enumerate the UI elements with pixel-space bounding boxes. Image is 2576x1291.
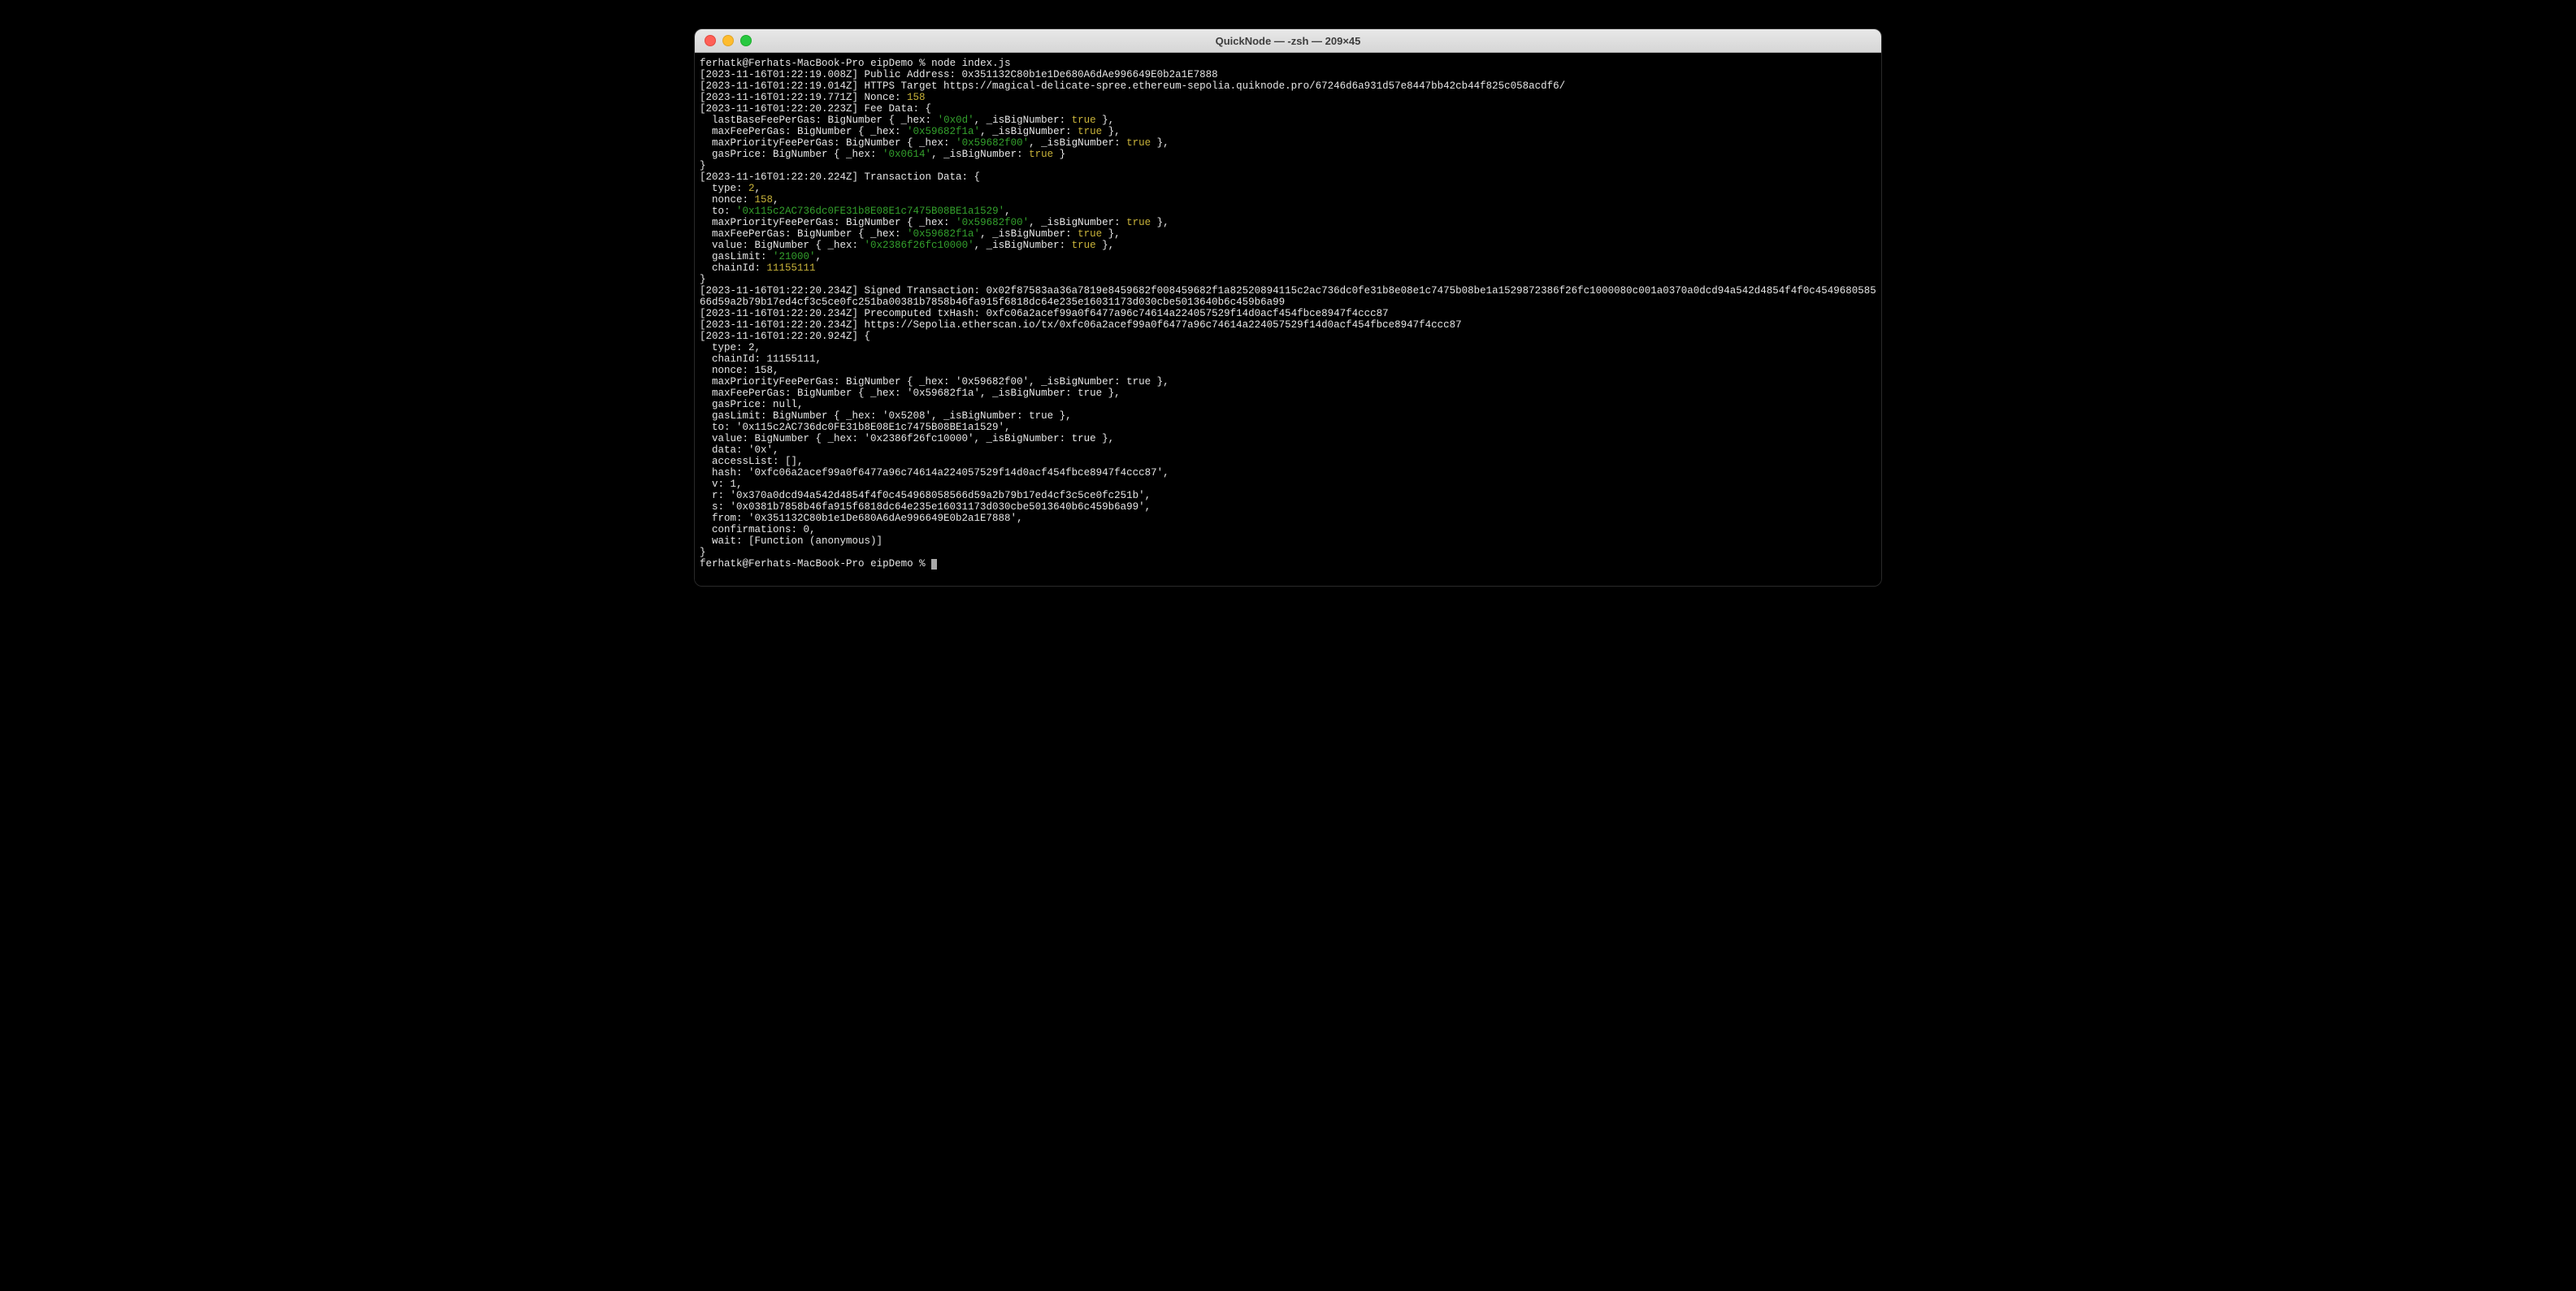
log-line: gasPrice: BigNumber { _hex: '0x0614', _i…	[700, 149, 1065, 160]
log-line: [2023-11-16T01:22:19.014Z] HTTPS Target …	[700, 80, 1565, 92]
prompt-user-host: ferhatk@Ferhats-MacBook-Pro	[700, 58, 865, 69]
log-line: nonce: 158,	[700, 365, 779, 376]
cursor-icon	[931, 559, 937, 570]
log-line: value: BigNumber { _hex: '0x2386f26fc100…	[700, 433, 1114, 444]
log-line: [2023-11-16T01:22:20.924Z] {	[700, 331, 870, 342]
log-line: v: 1,	[700, 479, 743, 490]
log-line: maxPriorityFeePerGas: BigNumber { _hex: …	[700, 137, 1169, 149]
log-line: [2023-11-16T01:22:20.224Z] Transaction D…	[700, 171, 980, 183]
maximize-icon[interactable]	[740, 35, 752, 46]
log-line: [2023-11-16T01:22:19.771Z] Nonce: 158	[700, 92, 926, 103]
close-icon[interactable]	[705, 35, 716, 46]
log-line: maxFeePerGas: BigNumber { _hex: '0x59682…	[700, 126, 1121, 137]
log-line: [2023-11-16T01:22:19.008Z] Public Addres…	[700, 69, 1218, 80]
log-line: gasPrice: null,	[700, 399, 804, 410]
log-line: accessList: [],	[700, 456, 804, 467]
log-line: }	[700, 274, 706, 285]
log-line: }	[700, 547, 706, 558]
log-line: chainId: 11155111,	[700, 353, 822, 365]
log-line: data: '0x',	[700, 444, 779, 456]
prompt-line: ferhatk@Ferhats-MacBook-Pro eipDemo %	[700, 558, 937, 570]
prompt-symbol: %	[919, 58, 926, 69]
log-line: type: 2,	[700, 183, 761, 194]
log-line: nonce: 158,	[700, 194, 779, 206]
log-line: gasLimit: '21000',	[700, 251, 822, 262]
log-line: type: 2,	[700, 342, 761, 353]
log-line: r: '0x370a0dcd94a542d4854f4f0c4549680585…	[700, 490, 1151, 501]
log-line: }	[700, 160, 706, 171]
log-line: [2023-11-16T01:22:20.234Z] https://Sepol…	[700, 319, 1462, 331]
log-line: [2023-11-16T01:22:20.234Z] Precomputed t…	[700, 308, 1389, 319]
log-line: [2023-11-16T01:22:20.223Z] Fee Data: {	[700, 103, 931, 115]
nonce-value: 158	[907, 92, 926, 103]
prompt-user-host: ferhatk@Ferhats-MacBook-Pro	[700, 558, 865, 570]
prompt-symbol: %	[919, 558, 926, 570]
terminal-body[interactable]: ferhatk@Ferhats-MacBook-Pro eipDemo % no…	[695, 53, 1881, 586]
log-line: chainId: 11155111	[700, 262, 816, 274]
prompt-line: ferhatk@Ferhats-MacBook-Pro eipDemo % no…	[700, 58, 1011, 69]
terminal-window: QuickNode — -zsh — 209×45 ferhatk@Ferhat…	[694, 28, 1882, 587]
log-line: from: '0x351132C80b1e1De680A6dAe996649E0…	[700, 513, 1023, 524]
log-line: gasLimit: BigNumber { _hex: '0x5208', _i…	[700, 410, 1072, 422]
log-line: wait: [Function (anonymous)]	[700, 535, 883, 547]
log-line: to: '0x115c2AC736dc0FE31b8E08E1c7475B08B…	[700, 422, 1011, 433]
window-title: QuickNode — -zsh — 209×45	[695, 35, 1881, 47]
minimize-icon[interactable]	[722, 35, 734, 46]
log-line: value: BigNumber { _hex: '0x2386f26fc100…	[700, 240, 1114, 251]
log-line: confirmations: 0,	[700, 524, 816, 535]
titlebar[interactable]: QuickNode — -zsh — 209×45	[695, 29, 1881, 53]
log-line: [2023-11-16T01:22:20.234Z] Signed Transa…	[700, 285, 1876, 308]
log-line: maxFeePerGas: BigNumber { _hex: '0x59682…	[700, 388, 1121, 399]
log-line: maxPriorityFeePerGas: BigNumber { _hex: …	[700, 217, 1169, 228]
log-line: to: '0x115c2AC736dc0FE31b8E08E1c7475B08B…	[700, 206, 1011, 217]
prompt-dir: eipDemo	[870, 558, 913, 570]
traffic-lights	[695, 35, 752, 46]
desktop: QuickNode — -zsh — 209×45 ferhatk@Ferhat…	[0, 0, 2576, 1291]
log-line: lastBaseFeePerGas: BigNumber { _hex: '0x…	[700, 115, 1114, 126]
prompt-command: node index.js	[931, 58, 1011, 69]
log-line: maxFeePerGas: BigNumber { _hex: '0x59682…	[700, 228, 1121, 240]
log-line: hash: '0xfc06a2acef99a0f6477a96c74614a22…	[700, 467, 1169, 479]
log-line: s: '0x0381b7858b46fa915f6818dc64e235e160…	[700, 501, 1151, 513]
log-line: maxPriorityFeePerGas: BigNumber { _hex: …	[700, 376, 1169, 388]
prompt-dir: eipDemo	[870, 58, 913, 69]
